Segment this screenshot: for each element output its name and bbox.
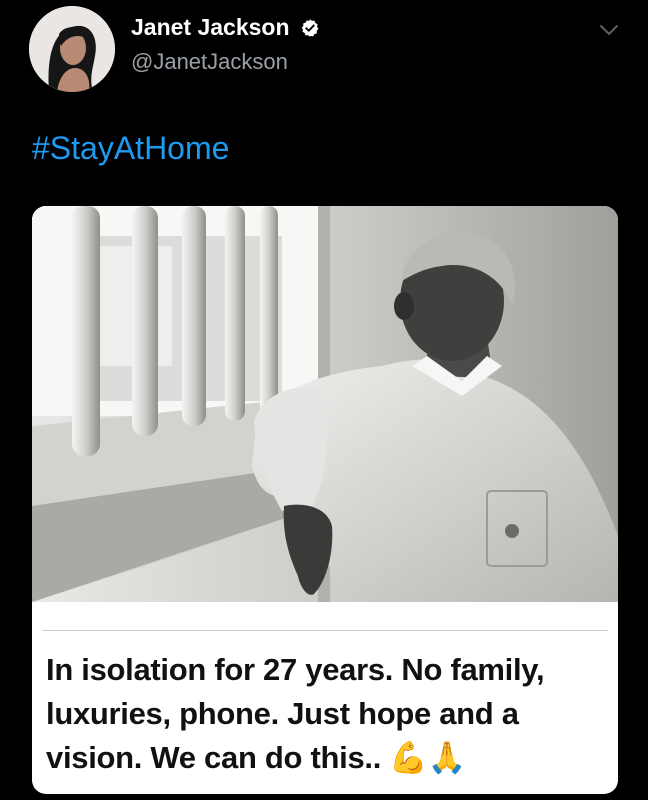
verified-badge-icon <box>301 19 319 37</box>
media-card[interactable]: In isolation for 27 years. No family, lu… <box>32 206 618 794</box>
chevron-down-icon[interactable] <box>598 22 620 38</box>
caption-divider <box>42 630 608 631</box>
author-name[interactable]: Janet Jackson <box>131 14 290 40</box>
author-handle[interactable]: @JanetJackson <box>131 49 288 75</box>
media-caption: In isolation for 27 years. No family, lu… <box>46 652 545 775</box>
author-name-row[interactable]: Janet Jackson <box>131 14 320 41</box>
media-photo[interactable] <box>32 206 618 602</box>
avatar[interactable] <box>29 6 115 92</box>
tweet-header: Janet Jackson @JanetJackson <box>0 0 648 110</box>
avatar-image <box>29 6 115 92</box>
hashtag-link[interactable]: #StayAtHome <box>32 130 229 167</box>
photo-image <box>32 206 618 602</box>
